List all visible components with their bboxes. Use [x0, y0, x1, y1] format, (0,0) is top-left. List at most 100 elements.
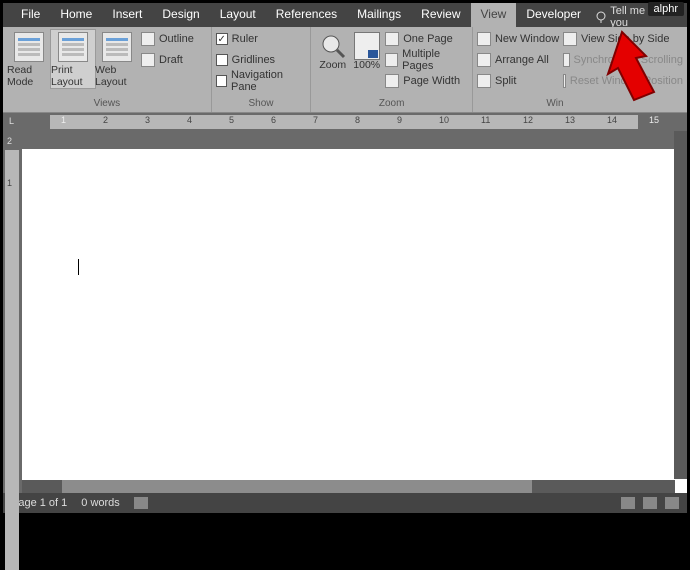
ruler-label: Ruler — [232, 33, 258, 45]
tab-layout[interactable]: Layout — [210, 3, 266, 27]
nav-pane-checkbox[interactable]: Navigation Pane — [216, 72, 307, 90]
web-layout-label: Web Layout — [95, 65, 139, 88]
vruler-track — [5, 150, 19, 570]
page-indicator[interactable]: Page 1 of 1 — [11, 497, 67, 509]
tab-mailings[interactable]: Mailings — [347, 3, 411, 27]
proofing-icon[interactable] — [134, 497, 148, 509]
print-layout-icon[interactable] — [643, 497, 657, 509]
side-by-side-icon — [563, 32, 577, 46]
ruler-tick: 12 — [523, 115, 533, 125]
alphr-watermark: alphr — [648, 2, 684, 16]
nav-pane-label: Navigation Pane — [231, 69, 306, 93]
print-layout-button[interactable]: Print Layout — [51, 30, 95, 88]
vruler-tick: 1 — [7, 178, 12, 188]
print-layout-label: Print Layout — [51, 65, 95, 88]
lightbulb-icon — [595, 11, 606, 23]
group-window: New Window Arrange All Split View Side b… — [473, 27, 687, 112]
ruler-tick: 3 — [145, 115, 150, 125]
ruler-tick: 15 — [649, 115, 659, 125]
multiple-pages-button[interactable]: Multiple Pages — [385, 51, 468, 69]
ruler-tick: 6 — [271, 115, 276, 125]
horizontal-scrollbar[interactable] — [22, 480, 675, 493]
tab-view[interactable]: View — [471, 3, 517, 27]
magnifier-icon — [319, 32, 347, 60]
group-views: Read Mode Print Layout Web Layout Outlin… — [3, 27, 212, 112]
group-show-label: Show — [212, 98, 311, 112]
tab-developer[interactable]: Developer — [516, 3, 591, 27]
vertical-ruler[interactable]: 2 1 — [3, 132, 21, 479]
web-layout-icon[interactable] — [665, 497, 679, 509]
read-mode-button[interactable]: Read Mode — [7, 30, 51, 88]
reset-position-label: Reset Window Position — [570, 75, 683, 87]
ruler-tick: 5 — [229, 115, 234, 125]
ruler-tick: 13 — [565, 115, 575, 125]
page-width-icon — [385, 74, 399, 88]
arrange-all-button[interactable]: Arrange All — [477, 51, 563, 69]
vertical-scrollbar[interactable] — [674, 131, 687, 479]
read-mode-icon[interactable] — [621, 497, 635, 509]
tab-design[interactable]: Design — [152, 3, 209, 27]
ruler-tick: 7 — [313, 115, 318, 125]
ruler-tick: 1 — [61, 115, 66, 125]
new-window-label: New Window — [495, 33, 559, 45]
ruler-tick: 11 — [481, 115, 490, 125]
multiple-pages-icon — [385, 53, 398, 67]
group-show: ✓ Ruler Gridlines Navigation Pane Show — [212, 27, 312, 112]
page[interactable] — [22, 149, 687, 493]
sync-scroll-button[interactable]: Synchronous Scrolling — [563, 51, 683, 69]
checkbox-icon — [216, 75, 227, 87]
page-width-button[interactable]: Page Width — [385, 72, 468, 90]
page-width-label: Page Width — [403, 75, 460, 87]
outline-icon — [141, 32, 155, 46]
checkbox-icon — [216, 54, 228, 66]
document-area — [3, 131, 687, 493]
status-bar: Page 1 of 1 0 words — [3, 493, 687, 513]
reset-position-icon — [563, 74, 566, 88]
hundred-icon — [354, 32, 380, 60]
gridlines-label: Gridlines — [232, 54, 275, 66]
one-page-button[interactable]: One Page — [385, 30, 468, 48]
hundred-button[interactable]: 100% — [350, 30, 383, 72]
gridlines-checkbox[interactable]: Gridlines — [216, 51, 307, 69]
tab-references[interactable]: References — [266, 3, 347, 27]
group-views-label: Views — [3, 98, 211, 112]
ribbon-tabs: File Home Insert Design Layout Reference… — [3, 3, 687, 27]
draft-button[interactable]: Draft — [141, 51, 194, 69]
ruler-track — [50, 115, 638, 129]
zoom-label: Zoom — [319, 60, 346, 72]
split-label: Split — [495, 75, 516, 87]
tab-file[interactable]: File — [11, 3, 50, 27]
view-side-by-side-button[interactable]: View Side by Side — [563, 30, 683, 48]
tab-insert[interactable]: Insert — [102, 3, 152, 27]
new-window-button[interactable]: New Window — [477, 30, 563, 48]
tab-home[interactable]: Home — [50, 3, 102, 27]
outline-button[interactable]: Outline — [141, 30, 194, 48]
vruler-tick: 2 — [7, 136, 12, 146]
tab-marker-icon: L — [9, 116, 14, 126]
word-count[interactable]: 0 words — [81, 497, 120, 509]
ruler-tick: 10 — [439, 115, 449, 125]
zoom-button[interactable]: Zoom — [315, 30, 350, 72]
split-button[interactable]: Split — [477, 72, 563, 90]
web-layout-button[interactable]: Web Layout — [95, 30, 139, 88]
side-by-side-label: View Side by Side — [581, 33, 669, 45]
horizontal-ruler[interactable]: L 1 2 3 4 5 6 7 8 9 10 11 12 13 14 15 — [3, 113, 687, 131]
hundred-label: 100% — [353, 60, 380, 72]
read-mode-label: Read Mode — [7, 65, 51, 88]
draft-icon — [141, 53, 155, 67]
text-cursor — [78, 259, 79, 275]
ruler-checkbox[interactable]: ✓ Ruler — [216, 30, 307, 48]
web-layout-icon — [102, 32, 132, 62]
checkbox-checked-icon: ✓ — [216, 33, 228, 45]
draft-label: Draft — [159, 54, 183, 66]
tab-review[interactable]: Review — [411, 3, 470, 27]
arrange-all-icon — [477, 53, 491, 67]
ruler-tick: 4 — [187, 115, 192, 125]
reset-position-button[interactable]: Reset Window Position — [563, 72, 683, 90]
ruler-tick: 8 — [355, 115, 360, 125]
multiple-pages-label: Multiple Pages — [402, 48, 468, 72]
scroll-thumb[interactable] — [62, 480, 532, 493]
group-zoom: Zoom 100% One Page Multiple Pages — [311, 27, 473, 112]
outline-label: Outline — [159, 33, 194, 45]
split-icon — [477, 74, 491, 88]
